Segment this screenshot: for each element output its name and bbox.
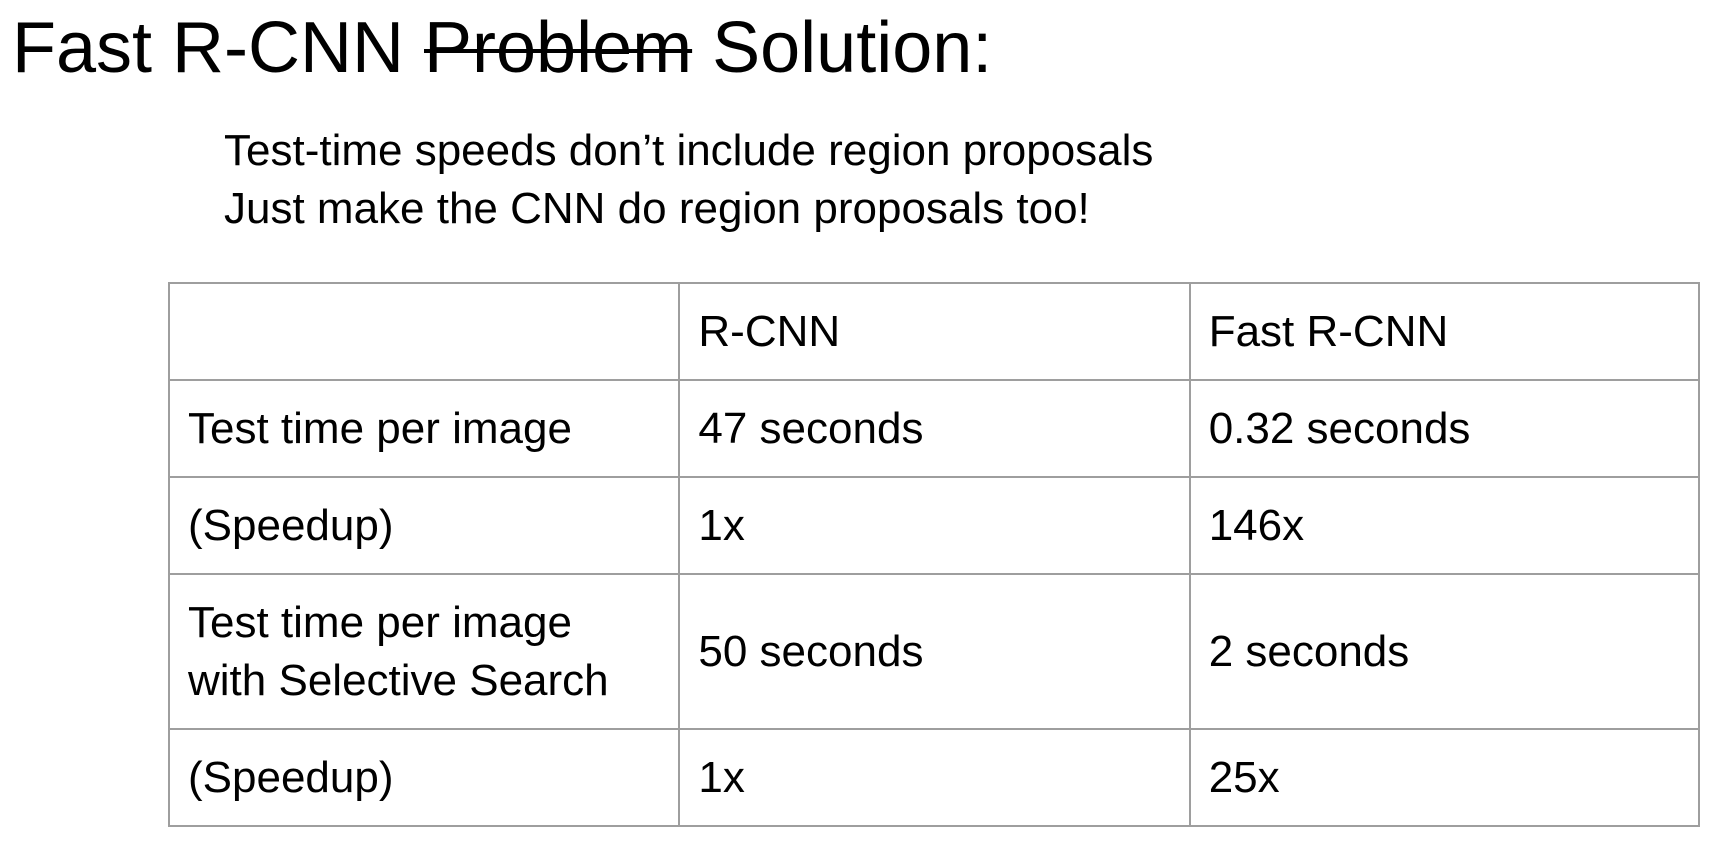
table-row: (Speedup) 1x 25x <box>167 728 1701 827</box>
row-label: Test time per image <box>167 379 681 478</box>
bullet-item: Just make the CNN do region proposals to… <box>224 184 1090 233</box>
header-cell-rcnn: R-CNN <box>678 282 1191 381</box>
bullet-item: Test-time speeds don’t include region pr… <box>224 126 1154 175</box>
speed-comparison-table: R-CNN Fast R-CNN Test time per image 47 … <box>167 282 1701 827</box>
bullet-list: Test-time speeds don’t include region pr… <box>224 122 1153 238</box>
row-label: (Speedup) <box>167 476 681 575</box>
table-row: Test time per image with Selective Search… <box>167 573 1701 730</box>
rcnn-value: 1x <box>678 476 1191 575</box>
fast-rcnn-value: 146x <box>1188 476 1701 575</box>
row-label: (Speedup) <box>167 728 681 827</box>
slide-title: Fast R-CNN Problem Solution: <box>12 4 992 92</box>
rcnn-value: 1x <box>678 728 1191 827</box>
title-struck-word: Problem <box>424 8 693 88</box>
row-label-line: with Selective Search <box>188 655 609 705</box>
rcnn-value: 50 seconds <box>678 573 1191 730</box>
row-label-line: Test time per image <box>188 597 572 647</box>
fast-rcnn-value: 0.32 seconds <box>1188 379 1701 478</box>
fast-rcnn-value: 25x <box>1188 728 1701 827</box>
header-cell-fast-rcnn: Fast R-CNN <box>1188 282 1701 381</box>
table-row: (Speedup) 1x 146x <box>167 476 1701 575</box>
row-label: Test time per image with Selective Search <box>167 573 681 730</box>
rcnn-value: 47 seconds <box>678 379 1191 478</box>
header-cell-empty <box>167 282 681 381</box>
title-prefix: Fast R-CNN <box>12 8 424 88</box>
table-header-row: R-CNN Fast R-CNN <box>167 282 1701 381</box>
title-suffix: Solution: <box>692 8 993 88</box>
table-row: Test time per image 47 seconds 0.32 seco… <box>167 379 1701 478</box>
fast-rcnn-value: 2 seconds <box>1188 573 1701 730</box>
